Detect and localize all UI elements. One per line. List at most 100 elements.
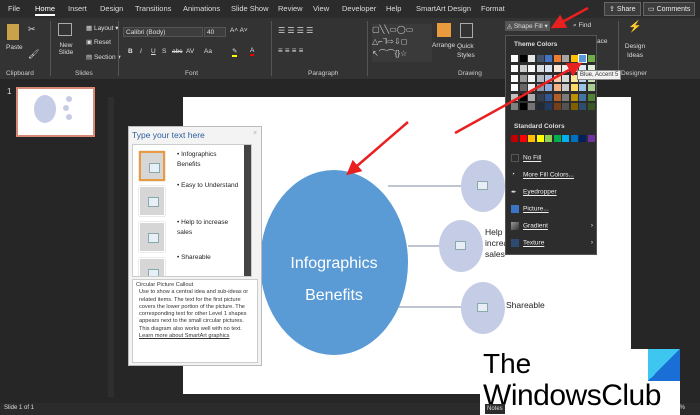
font-size-select[interactable]: 40 bbox=[204, 27, 226, 37]
gradient-item[interactable]: Gradient › bbox=[511, 222, 593, 230]
item-3-text[interactable]: Shareable bbox=[506, 300, 545, 310]
theme-shade-swatch[interactable] bbox=[545, 65, 552, 72]
theme-color-swatch[interactable] bbox=[578, 54, 587, 63]
theme-color-swatch[interactable] bbox=[519, 55, 527, 62]
standard-color-swatch[interactable] bbox=[536, 135, 544, 142]
theme-shade-swatch[interactable] bbox=[511, 74, 518, 82]
center-circle[interactable]: Infographics Benefits bbox=[260, 170, 408, 355]
shadow-button[interactable]: S bbox=[162, 48, 166, 55]
theme-color-swatch[interactable] bbox=[545, 55, 552, 62]
theme-color-swatch[interactable] bbox=[570, 55, 578, 62]
small-circle-3[interactable] bbox=[461, 282, 505, 334]
no-fill-item[interactable]: No Fill bbox=[511, 154, 541, 162]
shape-fill-button[interactable]: ◬ Shape Fill ▾ bbox=[505, 21, 550, 31]
design-ideas-button[interactable]: Design Ideas bbox=[624, 42, 646, 60]
theme-shade-swatch[interactable] bbox=[528, 65, 535, 72]
slide-thumbnail[interactable] bbox=[16, 87, 95, 137]
theme-shade-swatch[interactable] bbox=[519, 93, 527, 101]
theme-shade-swatch[interactable] bbox=[528, 74, 535, 82]
theme-shade-swatch[interactable] bbox=[528, 84, 535, 91]
picture-placeholder-2[interactable] bbox=[139, 186, 165, 216]
texture-item[interactable]: Texture › bbox=[511, 239, 593, 247]
theme-shade-swatch[interactable] bbox=[528, 93, 535, 101]
cut-icon[interactable]: ✂ bbox=[28, 24, 36, 35]
theme-color-swatch[interactable] bbox=[562, 55, 569, 62]
theme-shade-swatch[interactable] bbox=[528, 103, 535, 110]
theme-shade-swatch[interactable] bbox=[511, 84, 518, 91]
tab-transitions[interactable]: Transitions bbox=[135, 4, 171, 13]
theme-color-swatch[interactable] bbox=[553, 55, 561, 62]
new-slide-button[interactable]: New Slide bbox=[55, 42, 77, 56]
replace-button[interactable]: ace bbox=[597, 38, 607, 45]
bullet-1[interactable]: • Infographics Benefits bbox=[177, 150, 237, 170]
theme-shade-swatch[interactable] bbox=[579, 93, 586, 101]
font-color-icon[interactable]: A bbox=[250, 47, 255, 56]
notes-button[interactable]: Notes bbox=[485, 404, 505, 414]
standard-color-swatch[interactable] bbox=[519, 135, 527, 142]
change-case-button[interactable]: Aa bbox=[204, 48, 212, 55]
tab-animations[interactable]: Animations bbox=[183, 4, 220, 13]
theme-shade-swatch[interactable] bbox=[511, 103, 518, 110]
tab-smartart-design[interactable]: SmartArt Design bbox=[416, 4, 471, 13]
tab-developer[interactable]: Developer bbox=[342, 4, 376, 13]
picture-placeholder-icon[interactable] bbox=[455, 241, 466, 250]
find-button[interactable]: ⌕ Find bbox=[573, 22, 591, 30]
theme-shade-swatch[interactable] bbox=[536, 65, 544, 72]
theme-color-swatch[interactable] bbox=[528, 55, 535, 62]
theme-shade-swatch[interactable] bbox=[587, 93, 595, 101]
highlight-icon[interactable]: ✎ bbox=[232, 47, 238, 57]
share-button[interactable]: ⇪ Share bbox=[604, 2, 641, 16]
theme-shade-swatch[interactable] bbox=[562, 103, 569, 110]
theme-shade-swatch[interactable] bbox=[579, 84, 586, 91]
theme-shade-swatch[interactable] bbox=[519, 84, 527, 91]
char-spacing-button[interactable]: AV bbox=[186, 48, 194, 55]
tab-review[interactable]: Review bbox=[278, 4, 303, 13]
comments-button[interactable]: ▭ Comments bbox=[643, 2, 696, 16]
quick-styles-button[interactable]: Quick Styles bbox=[457, 42, 477, 60]
bullet-4[interactable]: • Shareable bbox=[177, 253, 211, 263]
standard-color-swatch[interactable] bbox=[553, 135, 561, 142]
close-icon[interactable]: × bbox=[253, 130, 257, 137]
theme-shade-swatch[interactable] bbox=[545, 74, 552, 82]
picture-placeholder-icon[interactable] bbox=[477, 181, 488, 190]
arrange-button[interactable]: Arrange bbox=[432, 42, 455, 49]
tab-help[interactable]: Help bbox=[386, 4, 401, 13]
section-button[interactable]: ▤ Section ▾ bbox=[86, 53, 121, 61]
shapes-gallery[interactable]: ▢╲╲▭◯▭ △⌐⅂⇨⇩◻ ↖⌒⌒{}☆ bbox=[372, 24, 432, 62]
bold-button[interactable]: B bbox=[128, 48, 133, 55]
theme-shade-swatch[interactable] bbox=[511, 65, 518, 72]
theme-shade-swatch[interactable] bbox=[545, 93, 552, 101]
standard-color-swatch[interactable] bbox=[570, 135, 578, 142]
theme-color-swatch[interactable] bbox=[511, 55, 518, 62]
scrollbar[interactable] bbox=[244, 145, 251, 276]
tab-format[interactable]: Format bbox=[481, 4, 505, 13]
tab-slide-show[interactable]: Slide Show bbox=[231, 4, 269, 13]
bullets-icon[interactable]: ☰ ☰ ☰ ☰ bbox=[278, 26, 313, 35]
standard-color-swatch[interactable] bbox=[587, 135, 595, 142]
tab-home[interactable]: Home bbox=[35, 4, 56, 16]
strikethrough-button[interactable]: abc bbox=[172, 48, 182, 55]
theme-shade-swatch[interactable] bbox=[536, 74, 544, 82]
picture-placeholder-4[interactable] bbox=[139, 258, 165, 276]
paste-button[interactable]: Paste bbox=[6, 44, 23, 51]
theme-shade-swatch[interactable] bbox=[562, 84, 569, 91]
standard-color-swatch[interactable] bbox=[528, 135, 535, 142]
theme-shade-swatch[interactable] bbox=[553, 93, 561, 101]
theme-shade-swatch[interactable] bbox=[519, 65, 527, 72]
tab-design[interactable]: Design bbox=[100, 4, 123, 13]
picture-item[interactable]: Picture... bbox=[511, 205, 549, 213]
theme-shade-swatch[interactable] bbox=[519, 103, 527, 110]
theme-shade-swatch[interactable] bbox=[587, 84, 595, 91]
theme-shade-swatch[interactable] bbox=[545, 103, 552, 110]
theme-shade-swatch[interactable] bbox=[536, 93, 544, 101]
standard-color-swatch[interactable] bbox=[511, 135, 518, 142]
bullet-2[interactable]: • Easy to Understand bbox=[177, 181, 247, 191]
eyedropper-item[interactable]: ✒ Eyedropper bbox=[511, 188, 557, 196]
theme-shade-swatch[interactable] bbox=[553, 103, 561, 110]
learn-more-link[interactable]: Learn more about SmartArt graphics bbox=[136, 333, 254, 340]
theme-shade-swatch[interactable] bbox=[553, 65, 561, 72]
theme-shade-swatch[interactable] bbox=[545, 84, 552, 91]
font-name-select[interactable]: Calibri (Body) bbox=[123, 27, 203, 37]
format-painter-icon[interactable]: 🖌 bbox=[28, 49, 39, 60]
theme-shade-swatch[interactable] bbox=[562, 74, 569, 82]
